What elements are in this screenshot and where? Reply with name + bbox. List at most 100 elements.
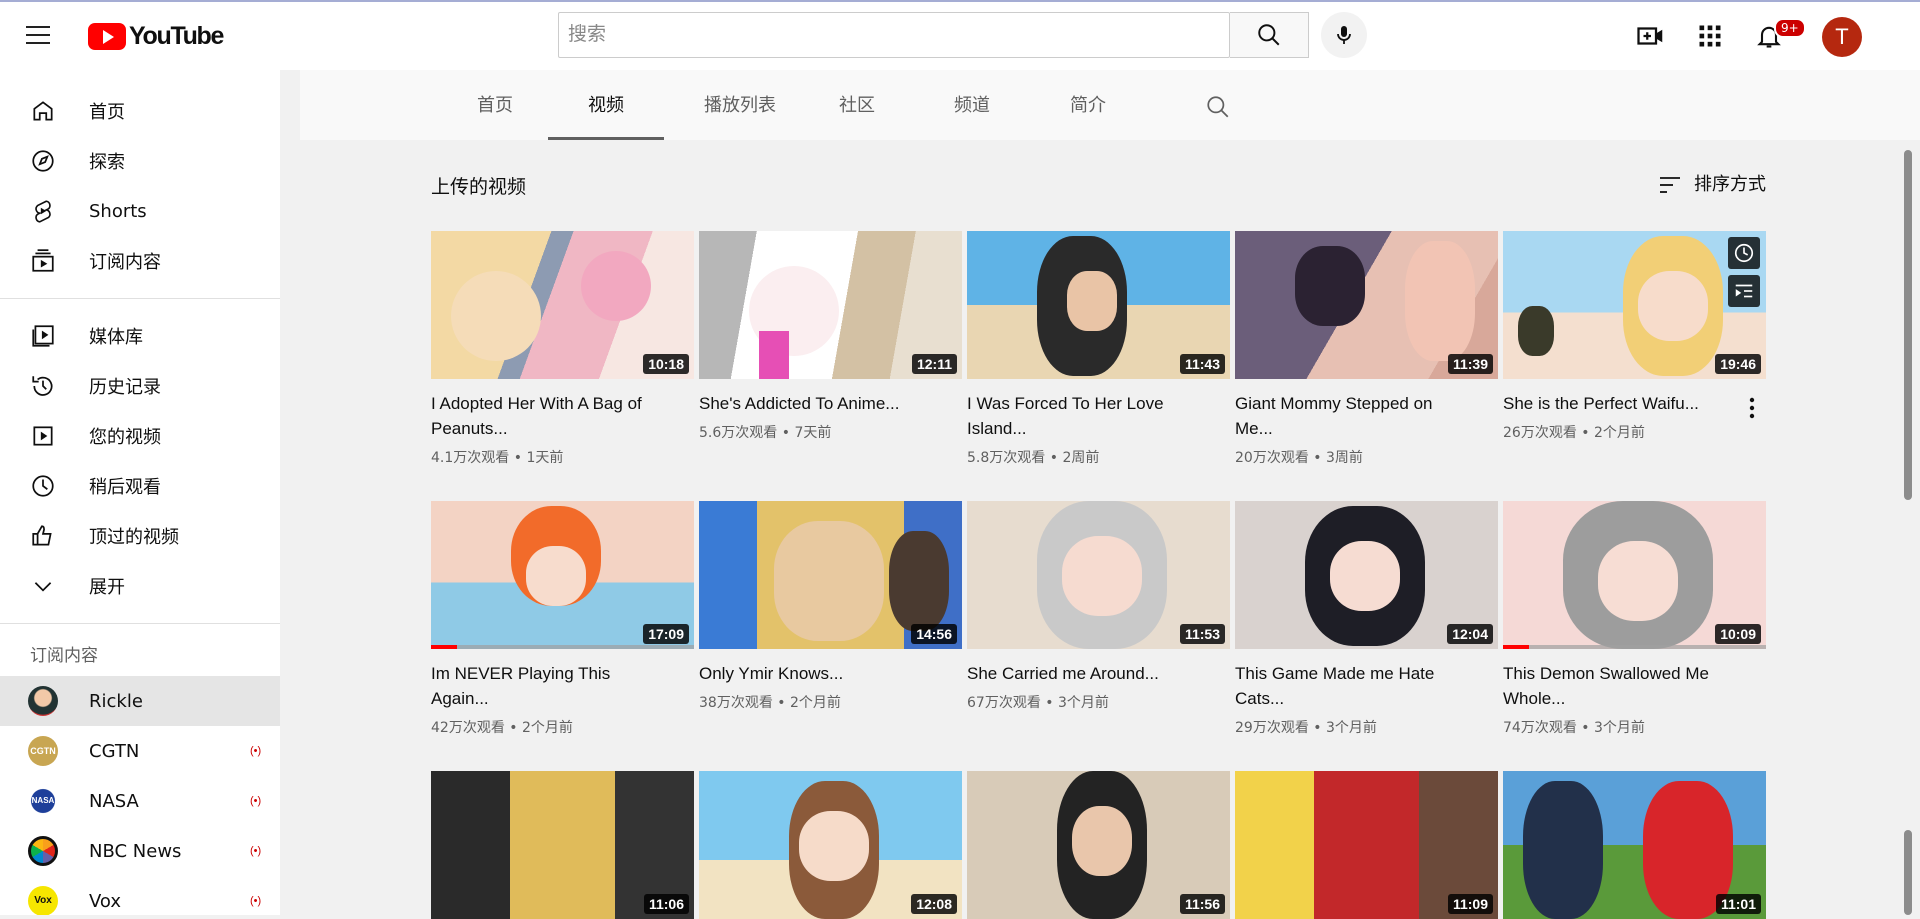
sidebar-item-history[interactable]: 历史记录 [0,361,280,411]
shorts-icon [35,200,51,223]
search-box[interactable] [558,12,1230,58]
sidebar-divider [0,623,280,624]
more-options-icon[interactable] [1742,395,1762,421]
section-title: 上传的视频 [431,176,527,198]
scrollbar-thumb[interactable] [1904,150,1912,500]
video-thumbnail[interactable]: 19:46 [1503,231,1766,379]
video-thumbnail[interactable]: 10:18 [431,231,694,379]
video-card[interactable]: 11:43 I Was Forced To Her Love Island...… [967,231,1230,467]
subscription-item-rickle[interactable]: Rickle [0,676,280,726]
sidebar-item-home[interactable]: 首页 [0,86,280,136]
watch-progress-fill [1503,645,1530,649]
voice-search-button[interactable] [1321,12,1367,58]
channel-avatar-nbc [28,836,58,866]
video-card[interactable]: 19:46 She is the Perfect Waifu... 26万次观看… [1503,231,1766,442]
video-thumbnail[interactable]: 11:39 [1235,231,1498,379]
search-button[interactable] [1230,12,1309,58]
thumbnail-art [1067,271,1117,331]
video-meta: 67万次观看 • 3个月前 [967,695,1109,711]
video-card[interactable]: 12:11 She's Addicted To Anime... 5.6万次观看… [699,231,962,442]
subscription-item-nasa[interactable]: NASA NASA (•) [0,776,280,826]
video-card[interactable]: 11:56 [967,771,1230,919]
thumbnail-art [1062,536,1142,616]
tab-home[interactable]: 首页 [450,70,540,140]
view-count: 29万次观看 [1235,720,1309,736]
video-thumbnail[interactable]: 11:53 [967,501,1230,649]
video-card[interactable]: 14:56 Only Ymir Knows... 38万次观看 • 2个月前 [699,501,962,712]
tab-videos[interactable]: 视频 [548,70,664,140]
view-count: 5.6万次观看 [699,425,778,441]
video-title[interactable]: Giant Mommy Stepped on Me... [1235,391,1467,441]
video-thumbnail[interactable]: 11:06 [431,771,694,919]
video-card[interactable]: 10:18 I Adopted Her With A Bag of Peanut… [431,231,694,467]
create-button[interactable] [1633,18,1669,54]
video-thumbnail[interactable]: 17:09 [431,501,694,649]
video-duration: 14:56 [911,624,957,644]
tab-community[interactable]: 社区 [822,70,892,140]
queue-icon [1735,284,1753,298]
video-thumbnail[interactable]: 11:09 [1235,771,1498,919]
tab-playlists[interactable]: 播放列表 [692,70,788,140]
video-thumbnail[interactable]: 12:11 [699,231,962,379]
subscription-name: NASA [89,790,139,812]
video-thumbnail[interactable]: 11:56 [967,771,1230,919]
subscription-item-nbc-news[interactable]: NBC News (•) [0,826,280,876]
tab-about[interactable]: 简介 [1053,70,1123,140]
youtube-logo[interactable]: YouTube [88,22,224,50]
sidebar-item-explore[interactable]: 探索 [0,136,280,186]
account-avatar[interactable]: T [1822,17,1862,57]
channel-search-icon[interactable] [1205,94,1231,120]
video-thumbnail[interactable]: 12:04 [1235,501,1498,649]
video-card[interactable]: 11:01 [1503,771,1766,919]
video-thumbnail[interactable]: 11:01 [1503,771,1766,919]
sidebar-item-shorts[interactable]: Shorts [0,186,280,236]
video-title[interactable]: This Game Made me Hate Cats... [1235,661,1467,711]
menu-button[interactable] [26,20,62,52]
apps-button[interactable] [1692,18,1728,54]
sidebar-item-your-videos[interactable]: 您的视频 [0,411,280,461]
video-card[interactable]: 11:53 She Carried me Around... 67万次观看 • … [967,501,1230,712]
thumbnail-art [1330,541,1400,611]
sort-button[interactable]: 排序方式 [1658,170,1766,196]
thumbnail-art [1295,246,1365,326]
video-thumbnail[interactable]: 10:09 [1503,501,1766,649]
sidebar-item-library[interactable]: 媒体库 [0,311,280,361]
subscription-item-vox[interactable]: Vox Vox (•) [0,876,280,915]
scrollbar-thumb-secondary[interactable] [1904,830,1912,915]
watch-later-button[interactable] [1728,237,1760,269]
video-title[interactable]: Im NEVER Playing This Again... [431,661,663,711]
video-duration: 19:46 [1715,354,1761,374]
video-card[interactable]: 17:09 Im NEVER Playing This Again... 42万… [431,501,694,737]
video-title[interactable]: She is the Perfect Waifu... [1503,391,1735,416]
add-to-queue-button[interactable] [1728,275,1760,307]
video-title[interactable]: She's Addicted To Anime... [699,391,931,416]
video-thumbnail[interactable]: 11:43 [967,231,1230,379]
thumbnail-art [1638,271,1708,341]
video-card[interactable]: 10:09 This Demon Swallowed Me Whole... 7… [1503,501,1766,737]
video-title[interactable]: This Demon Swallowed Me Whole... [1503,661,1735,711]
sidebar-item-subscriptions[interactable]: 订阅内容 [0,236,280,286]
tab-channels[interactable]: 频道 [937,70,1007,140]
video-thumbnail[interactable]: 14:56 [699,501,962,649]
sidebar-item-label: 媒体库 [89,327,143,348]
view-count: 67万次观看 [967,695,1041,711]
video-title[interactable]: Only Ymir Knows... [699,661,931,686]
sidebar-item-liked[interactable]: 顶过的视频 [0,511,280,561]
sidebar-item-watch-later[interactable]: 稍后观看 [0,461,280,511]
search-input[interactable] [559,13,1177,55]
video-card[interactable]: 11:39 Giant Mommy Stepped on Me... 20万次观… [1235,231,1498,467]
subscription-item-cgtn[interactable]: CGTN CGTN (•) [0,726,280,776]
video-title[interactable]: She Carried me Around... [967,661,1199,686]
video-title[interactable]: I Adopted Her With A Bag of Peanuts... [431,391,663,441]
video-card[interactable]: 11:06 [431,771,694,919]
video-card[interactable]: 12:04 This Game Made me Hate Cats... 29万… [1235,501,1498,737]
video-thumbnail[interactable]: 12:08 [699,771,962,919]
video-card[interactable]: 11:09 [1235,771,1498,919]
home-icon [33,101,53,121]
video-title[interactable]: I Was Forced To Her Love Island... [967,391,1199,441]
thumbnail-art [759,331,789,379]
video-card[interactable]: 12:08 [699,771,962,919]
sort-icon [1660,177,1680,193]
thumbnail-art [774,521,884,641]
sidebar-item-expand[interactable]: 展开 [0,561,280,611]
